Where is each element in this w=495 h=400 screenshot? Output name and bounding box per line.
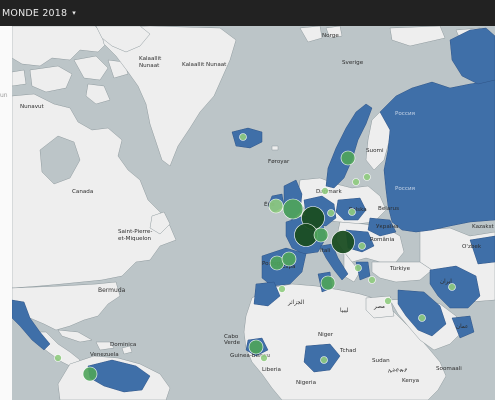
top-bar: MONDE 2018 ▾ xyxy=(0,0,495,26)
label-verde: Verde xyxy=(224,340,241,346)
marker-caribbean[interactable] xyxy=(54,354,62,362)
label-algeria: الجزائر xyxy=(287,300,305,306)
label-kalaallit-2: Nunaat xyxy=(139,63,160,69)
label-kalaallit-1: Kalaallit xyxy=(139,56,162,62)
marker-nigeria[interactable] xyxy=(320,356,328,364)
marker-uk[interactable] xyxy=(282,198,304,220)
world-map[interactable]: Kalaallit Nunaat Kalaallit Nunaat Norge … xyxy=(12,26,495,400)
label-tchad: Tchad xyxy=(339,348,357,354)
label-belarus: Belarus xyxy=(378,206,399,212)
label-foroyar: Føroyar xyxy=(268,159,290,165)
label-niger: Niger xyxy=(318,332,334,338)
marker-senegal[interactable] xyxy=(248,339,264,355)
label-romania: România xyxy=(370,236,394,243)
marker-sweden[interactable] xyxy=(340,150,356,166)
label-norge: Norge xyxy=(322,33,339,39)
label-nigeria: Nigeria xyxy=(296,380,316,386)
marker-tunisia[interactable] xyxy=(320,275,336,291)
marker-czechia[interactable] xyxy=(327,209,335,217)
label-dominica: Dominica xyxy=(110,342,136,348)
label-kalaallit-3: Kalaallit Nunaat xyxy=(182,62,227,68)
label-suomi: Suomi xyxy=(366,148,384,154)
label-libya: ليبيا xyxy=(340,308,349,314)
label-italia: Itali xyxy=(320,248,331,254)
marker-poland[interactable] xyxy=(348,208,356,216)
label-miquelon: et-Miquelon xyxy=(118,236,152,242)
label-saint-pierre: Saint-Pierre- xyxy=(118,229,152,235)
marker-romania[interactable] xyxy=(358,242,366,250)
marker-cyprus[interactable] xyxy=(368,276,376,284)
marker-morocco[interactable] xyxy=(278,285,286,293)
side-panel-label: un xyxy=(0,92,8,99)
label-kenya: Kenya xyxy=(402,378,419,384)
label-oman: عمان xyxy=(456,324,468,330)
label-sverige: Sverige xyxy=(342,60,364,66)
marker-iceland[interactable] xyxy=(239,133,247,141)
marker-norway-s[interactable] xyxy=(352,178,360,186)
marker-switzerland[interactable] xyxy=(313,227,329,243)
map-title-dropdown[interactable]: MONDE 2018 xyxy=(0,8,67,19)
label-egypt: مصر xyxy=(373,304,385,310)
label-bermuda: Bermuda xyxy=(98,287,126,294)
caret-down-icon[interactable]: ▾ xyxy=(72,9,76,17)
map-canvas: Kalaallit Nunaat Kalaallit Nunaat Norge … xyxy=(12,26,495,400)
marker-greece[interactable] xyxy=(354,264,362,272)
marker-iran[interactable] xyxy=(448,283,456,291)
marker-austria[interactable] xyxy=(331,230,355,254)
label-sudan: Sudan xyxy=(372,358,390,364)
marker-finland[interactable] xyxy=(363,173,371,181)
marker-spain[interactable] xyxy=(281,251,297,267)
marker-denmark[interactable] xyxy=(321,187,329,195)
label-uzbek: O'zbek xyxy=(462,244,482,250)
label-venezuela: Venezuela xyxy=(90,352,119,358)
label-somalia: Soomaali xyxy=(436,366,462,372)
marker-israel[interactable] xyxy=(384,297,392,305)
label-russia-2: Россия xyxy=(395,186,415,192)
marker-guinea[interactable] xyxy=(260,354,268,362)
label-danmark: Danmark xyxy=(316,189,342,195)
label-liberia: Liberia xyxy=(262,367,281,373)
label-ethiopia: ኢትዮጵያ xyxy=(388,368,408,374)
marker-ireland[interactable] xyxy=(268,198,284,214)
label-ukraina: Україна xyxy=(376,224,398,230)
label-turkiye: Türkiye xyxy=(389,266,411,272)
label-kazakhstan: Kazakst xyxy=(472,224,495,230)
marker-saudi[interactable] xyxy=(418,314,426,322)
label-canada: Canada xyxy=(72,189,93,195)
side-panel-edge: un xyxy=(0,26,12,400)
label-russia-1: Россия xyxy=(395,111,415,117)
label-nunavut: Nunavut xyxy=(20,104,45,110)
marker-venezuela[interactable] xyxy=(82,366,98,382)
